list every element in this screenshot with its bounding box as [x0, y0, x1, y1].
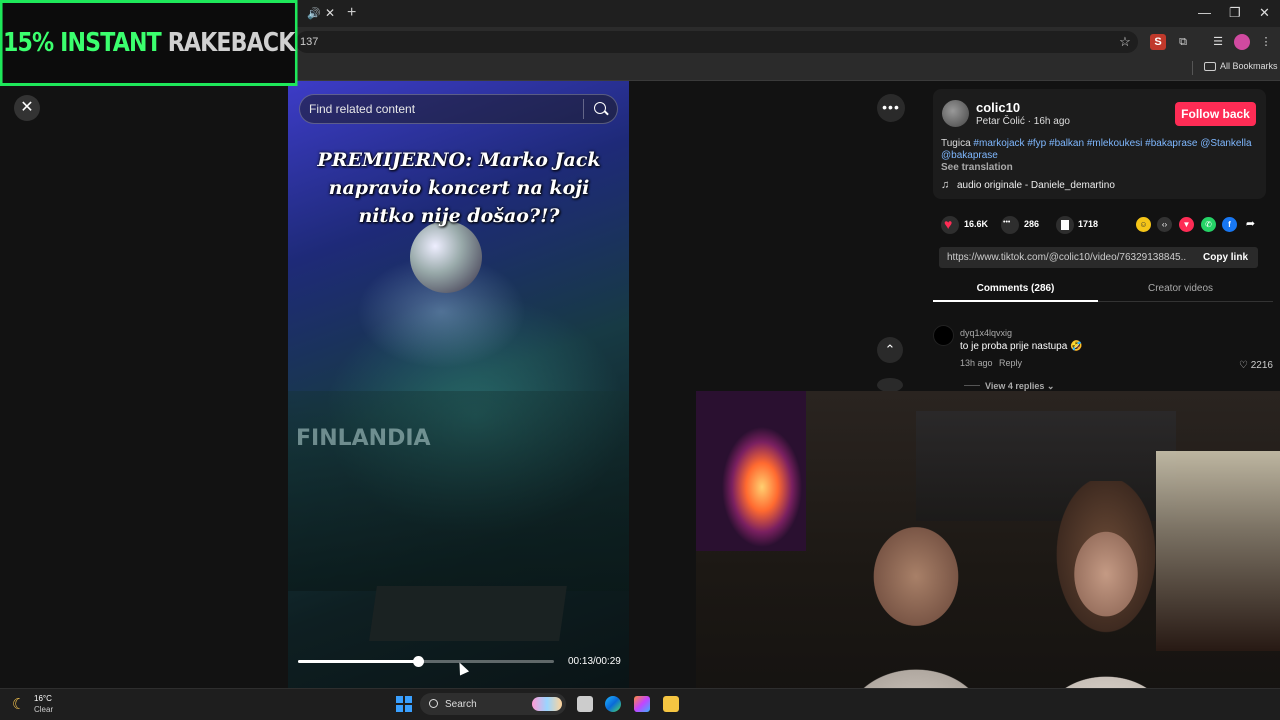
comment-time: 13h ago: [960, 358, 993, 368]
comment-reply-button[interactable]: Reply: [999, 358, 1022, 368]
tab-comments[interactable]: Comments (286): [933, 283, 1098, 294]
video-progress-bar[interactable]: [298, 660, 554, 663]
facebook-icon[interactable]: f: [1222, 217, 1237, 232]
comment-like-count: 2216: [1250, 360, 1273, 371]
all-bookmarks-link[interactable]: All Bookmarks: [1220, 61, 1278, 71]
more-options-button[interactable]: •••: [877, 94, 905, 122]
tab-audio-icon[interactable]: 🔊: [307, 7, 321, 20]
comment-avatar[interactable]: [933, 325, 954, 346]
view-replies-label: View 4 replies: [985, 381, 1045, 391]
address-bar-text[interactable]: 137: [300, 36, 318, 48]
tab-close-icon[interactable]: ✕: [325, 6, 335, 20]
caption-text: Tugica: [941, 138, 974, 149]
copilot-icon[interactable]: [634, 696, 650, 712]
see-translation-link[interactable]: See translation: [941, 162, 1013, 173]
weather-temperature[interactable]: 16°C: [34, 694, 52, 703]
browser-menu-icon[interactable]: ⋮: [1258, 34, 1274, 50]
previous-video-button[interactable]: ⌃: [877, 337, 903, 363]
search-icon[interactable]: [594, 102, 606, 114]
webcam-fireplace-screen: [696, 391, 806, 551]
video-progress-fill: [298, 660, 419, 663]
webcam-person-left: [816, 496, 1016, 720]
chevron-down-icon: ⌄: [1046, 381, 1055, 391]
edge-browser-icon[interactable]: [605, 696, 621, 712]
disco-ball: [410, 221, 482, 293]
post-caption: Tugica #markojack #fyp #balkan #mlekouke…: [941, 138, 1259, 162]
author-subline: Petar Čolić · 16h ago: [976, 116, 1070, 127]
promo-text-gray: RAKEBACK: [167, 28, 296, 58]
stage-area: [288, 391, 629, 591]
send-to-friends-icon[interactable]: ▼: [1179, 217, 1194, 232]
replies-divider: [964, 385, 980, 386]
save-count: 1718: [1078, 219, 1099, 229]
moon-weather-icon[interactable]: ☾: [12, 695, 25, 713]
minimize-button[interactable]: —: [1198, 5, 1211, 20]
video-link-text[interactable]: https://www.tiktok.com/@colic10/video/76…: [947, 252, 1187, 263]
task-view-icon[interactable]: [577, 696, 593, 712]
search-divider: [583, 99, 584, 119]
new-tab-button[interactable]: +: [347, 4, 356, 22]
streamer-webcam: [696, 391, 1280, 720]
search-highlight-icon[interactable]: [532, 697, 562, 711]
save-bookmark-icon[interactable]: [1056, 216, 1074, 234]
music-link[interactable]: audio originale - Daniele_demartino: [957, 180, 1115, 191]
comment-count: 286: [1024, 219, 1040, 229]
video-time: 00:13/00:29: [568, 656, 621, 667]
taskbar-search-icon: [429, 699, 438, 708]
promo-text-green: 15% INSTANT: [2, 28, 162, 58]
webcam-person-right: [1016, 481, 1196, 720]
extension-s-icon[interactable]: S: [1150, 34, 1166, 50]
copy-link-button[interactable]: Copy link: [1203, 252, 1248, 263]
avatar[interactable]: [942, 100, 969, 127]
extensions-puzzle-icon[interactable]: ⧉: [1175, 34, 1191, 50]
bookmarks-divider: [1192, 61, 1193, 75]
active-tab-indicator: [933, 300, 1098, 302]
file-explorer-icon[interactable]: [663, 696, 679, 712]
profile-avatar-icon[interactable]: [1234, 34, 1250, 50]
share-arrow-icon[interactable]: ➦: [1243, 217, 1258, 232]
comment-bubble-icon[interactable]: [1001, 216, 1019, 234]
table: [369, 586, 567, 641]
author-username[interactable]: colic10: [976, 100, 1020, 115]
caption-hashtags[interactable]: #markojack #fyp #balkan #mlekoukesi #bak…: [941, 138, 1252, 161]
taskbar-search-label[interactable]: Search: [445, 699, 477, 710]
tab-creator-videos[interactable]: Creator videos: [1098, 283, 1263, 294]
weather-condition[interactable]: Clear: [34, 705, 53, 714]
video-caption-overlay: PREMIJERNO: Marko Jack napravio koncert …: [317, 149, 601, 227]
comment-username[interactable]: dyq1x4lqvxig: [960, 328, 1012, 338]
comment-heart-icon: ♡: [1239, 360, 1251, 371]
share-emoji-icon[interactable]: ☺: [1136, 217, 1151, 232]
embed-code-icon[interactable]: ‹›: [1157, 217, 1172, 232]
media-controls-icon[interactable]: ☰: [1210, 34, 1226, 50]
close-video-button[interactable]: ✕: [14, 95, 40, 121]
comment-text: to je proba prije nastupa 🤣: [960, 341, 1083, 352]
music-note-icon: ♫: [941, 179, 950, 191]
rakeback-promo-banner: 15% INSTANT RAKEBACK: [0, 0, 298, 86]
follow-back-button[interactable]: Follow back: [1175, 102, 1256, 126]
next-video-button[interactable]: ⌄: [877, 378, 903, 392]
like-count: 16.6K: [964, 219, 989, 229]
address-bar[interactable]: [296, 31, 1138, 53]
venue-sign: FINLANDIA: [296, 426, 431, 451]
maximize-button[interactable]: ❐: [1229, 5, 1241, 21]
folder-icon[interactable]: [1204, 62, 1216, 71]
windows-start-icon[interactable]: [396, 696, 412, 712]
close-window-button[interactable]: ✕: [1259, 5, 1270, 21]
whatsapp-icon[interactable]: ✆: [1201, 217, 1216, 232]
related-search-placeholder[interactable]: Find related content: [309, 102, 415, 116]
bookmark-star-icon[interactable]: ☆: [1117, 34, 1133, 50]
like-heart-icon[interactable]: [941, 216, 959, 234]
comment-like[interactable]: ♡ 2216: [1239, 360, 1273, 371]
